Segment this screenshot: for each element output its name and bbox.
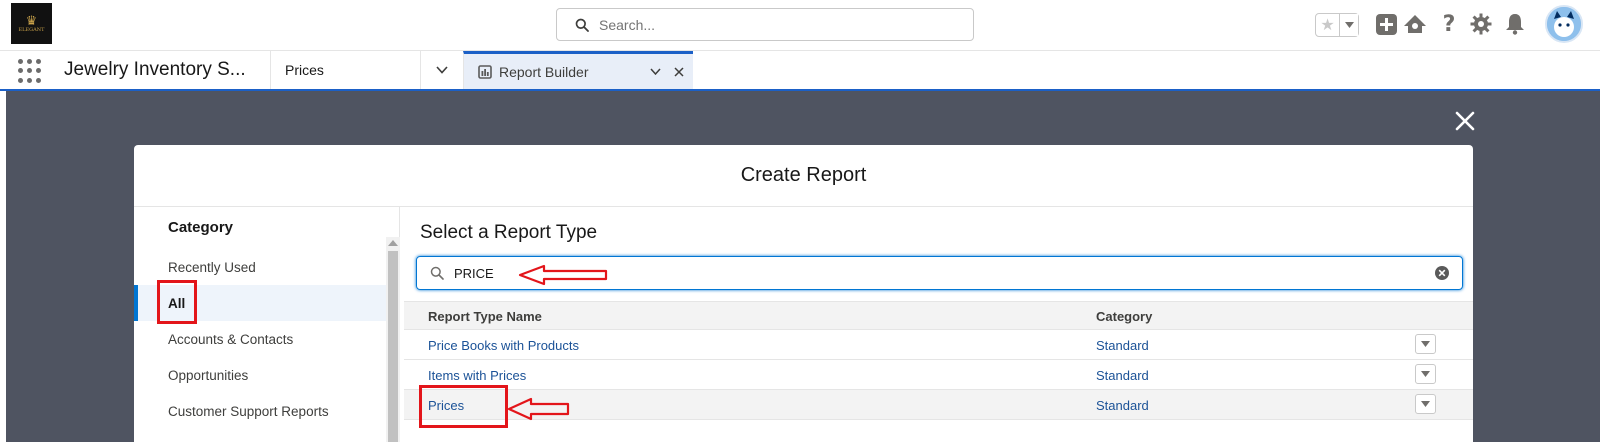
favorites-star-icon[interactable]: ★ — [1316, 14, 1340, 36]
chevron-down-icon — [1421, 371, 1430, 377]
category-scrollbar[interactable] — [386, 237, 400, 442]
create-report-modal: Create Report Category Recently Used All… — [134, 145, 1473, 442]
scroll-up-icon[interactable] — [388, 240, 398, 246]
nav-more-button[interactable] — [420, 51, 463, 89]
tab-label: Report Builder — [499, 63, 589, 80]
category-label: Recently Used — [168, 259, 256, 275]
global-header: ♛ ELEGANT ★ ? — [0, 0, 1600, 51]
crown-icon: ♛ — [25, 13, 38, 28]
report-type-category: Standard — [1096, 398, 1149, 413]
report-type-category: Standard — [1096, 368, 1149, 383]
report-icon — [478, 64, 492, 79]
close-icon — [674, 66, 684, 77]
search-icon — [575, 18, 589, 32]
clear-icon[interactable] — [1434, 265, 1450, 281]
modal-header: Create Report — [134, 145, 1473, 207]
scrollbar-thumb[interactable] — [388, 251, 398, 442]
report-type-category: Standard — [1096, 338, 1149, 353]
category-opportunities[interactable]: Opportunities — [134, 357, 386, 393]
annotation-box-prices — [419, 385, 508, 428]
nav-item-prices[interactable]: Prices — [270, 51, 420, 89]
tab-menu-button[interactable] — [645, 62, 665, 82]
column-header-category[interactable]: Category — [1096, 309, 1152, 324]
table-row[interactable]: Items with Prices Standard — [404, 360, 1473, 390]
chevron-down-icon — [649, 68, 661, 75]
favorites-group: ★ — [1315, 13, 1359, 37]
category-customer-support[interactable]: Customer Support Reports — [134, 393, 386, 429]
chevron-down-icon — [1421, 401, 1430, 407]
app-name: Jewelry Inventory S... — [64, 59, 246, 80]
tab-report-builder[interactable]: Report Builder — [463, 51, 693, 89]
annotation-arrow-prices — [507, 397, 570, 421]
global-search[interactable] — [556, 8, 974, 41]
table-row[interactable]: Price Books with Products Standard — [404, 330, 1473, 360]
logo-text: ELEGANT — [18, 27, 45, 33]
category-label: Customer Support Reports — [168, 403, 329, 419]
setup-gear-icon[interactable] — [1469, 12, 1493, 36]
company-logo[interactable]: ♛ ELEGANT — [11, 3, 52, 44]
category-label: Accounts & Contacts — [168, 331, 294, 347]
row-actions-button[interactable] — [1415, 394, 1436, 414]
modal-title: Create Report — [740, 164, 867, 186]
notifications-bell-icon[interactable] — [1503, 12, 1527, 36]
panel-title: Select a Report Type — [420, 222, 598, 243]
close-icon — [1455, 111, 1475, 131]
avatar[interactable] — [1545, 5, 1583, 43]
report-type-name-link[interactable]: Items with Prices — [428, 368, 526, 383]
row-actions-button[interactable] — [1415, 364, 1436, 384]
add-icon[interactable] — [1374, 12, 1398, 36]
category-sidebar: Category Recently Used All Accounts & Co… — [134, 207, 400, 442]
global-search-input[interactable] — [599, 16, 939, 33]
trailhead-icon[interactable] — [1403, 12, 1427, 36]
modal-close-button[interactable] — [1451, 107, 1479, 135]
chevron-down-icon — [1421, 341, 1430, 347]
app-nav-bar: Jewelry Inventory S... Prices Report Bui… — [0, 51, 1600, 91]
row-actions-button[interactable] — [1415, 334, 1436, 354]
report-type-name-link[interactable]: Price Books with Products — [428, 338, 579, 353]
app-launcher-icon[interactable] — [18, 59, 42, 83]
category-label: Opportunities — [168, 367, 249, 383]
chevron-down-icon — [436, 66, 448, 74]
help-icon[interactable]: ? — [1437, 12, 1461, 37]
category-accounts-contacts[interactable]: Accounts & Contacts — [134, 321, 386, 357]
table-header: Report Type Name Category — [404, 301, 1473, 330]
favorites-menu-button[interactable] — [1340, 14, 1358, 36]
search-icon — [430, 266, 444, 280]
chevron-down-icon — [1344, 22, 1354, 28]
category-heading: Category — [168, 219, 234, 236]
annotation-arrow-search — [518, 264, 608, 286]
tab-close-button[interactable] — [669, 62, 689, 82]
nav-item-label: Prices — [285, 62, 324, 78]
column-header-name[interactable]: Report Type Name — [428, 309, 542, 324]
annotation-box-all — [157, 280, 197, 324]
